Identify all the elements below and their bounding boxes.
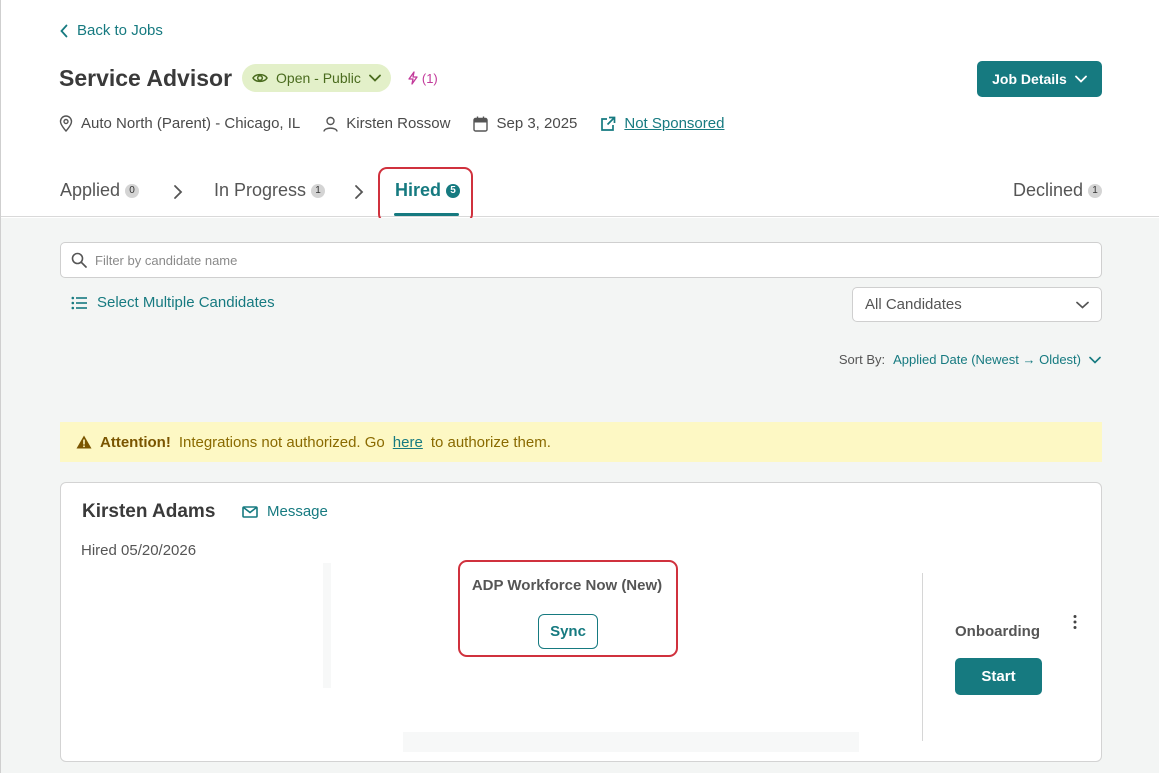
sort-value: Applied Date (Newest → Oldest) [893, 352, 1081, 367]
user-icon [323, 116, 338, 132]
message-button[interactable]: Message [242, 503, 328, 520]
sort-label: Sort By: [838, 352, 886, 367]
sponsorship-link[interactable]: Not Sponsored [600, 115, 724, 132]
tab-label: Declined [1013, 180, 1084, 200]
message-label: Message [267, 503, 328, 520]
chevron-right-icon [355, 185, 364, 199]
envelope-icon [242, 505, 258, 518]
alert-text: Integrations not authorized. Go [178, 433, 385, 451]
job-recruiter: Kirsten Rossow [323, 115, 450, 132]
boost-indicator[interactable]: (1) [407, 71, 438, 86]
more-options-icon[interactable] [1072, 614, 1078, 630]
faint-divider [323, 563, 331, 688]
job-date: Sep 3, 2025 [473, 115, 577, 132]
back-to-jobs-link[interactable]: Back to Jobs [59, 22, 163, 39]
location-pin-icon [59, 115, 73, 132]
job-header: Back to Jobs Service Advisor Open - Publ… [1, 0, 1159, 223]
job-recruiter-text: Kirsten Rossow [346, 115, 451, 132]
back-to-jobs-label: Back to Jobs [77, 22, 163, 39]
tab-count-badge: 0 [125, 183, 140, 198]
sort-control: Sort By: Applied Date (Newest → Oldest) [839, 352, 1101, 367]
chevron-down-icon [1076, 301, 1089, 309]
hired-date: Hired 05/20/2026 [81, 542, 197, 559]
tab-label: Applied [60, 180, 121, 200]
job-title: Service Advisor [59, 64, 233, 91]
integration-alert: Attention! Integrations not authorized. … [60, 422, 1102, 462]
authorize-link[interactable]: here [393, 434, 423, 451]
tab-applied[interactable]: Applied 0 [60, 180, 140, 201]
job-details-button[interactable]: Job Details [977, 61, 1102, 97]
onboarding-label: Onboarding [955, 623, 1040, 640]
list-icon [71, 296, 87, 309]
chevron-right-icon [174, 185, 183, 199]
section-divider [922, 573, 923, 741]
job-status-dropdown[interactable]: Open - Public [242, 64, 391, 92]
eye-icon [252, 73, 268, 83]
candidate-card: Kirsten Adams Message Hired 05/20/2026 A… [60, 482, 1102, 762]
chevron-down-icon [1089, 356, 1101, 364]
warning-icon [76, 435, 92, 449]
integration-highlight [458, 560, 678, 657]
start-onboarding-button[interactable]: Start [955, 658, 1042, 695]
job-date-text: Sep 3, 2025 [496, 115, 578, 132]
tab-declined[interactable]: Declined 1 [1013, 180, 1103, 201]
chevron-down-icon [368, 74, 381, 82]
lightning-icon [408, 71, 418, 85]
job-location: Auto North (Parent) - Chicago, IL [59, 115, 300, 132]
tab-count-badge: 1 [311, 183, 326, 198]
candidate-name[interactable]: Kirsten Adams [82, 501, 215, 523]
tab-count-badge: 1 [1088, 183, 1103, 198]
alert-text-after: to authorize them. [430, 433, 551, 451]
chevron-down-icon [1074, 75, 1087, 83]
search-input[interactable] [95, 252, 1055, 268]
tab-label: In Progress [214, 180, 307, 200]
external-link-icon [601, 116, 616, 131]
sponsorship-text: Not Sponsored [624, 115, 725, 132]
faint-strip [403, 732, 859, 752]
search-icon [71, 252, 87, 268]
alert-title: Attention! [100, 433, 171, 451]
calendar-icon [473, 116, 489, 132]
sort-dropdown[interactable]: Applied Date (Newest → Oldest) [893, 352, 1101, 367]
tab-in-progress[interactable]: In Progress 1 [214, 180, 326, 201]
candidate-filter-value: All Candidates [865, 296, 962, 313]
boost-count: (1) [421, 70, 438, 86]
title-row: Service Advisor Open - Public (1) [59, 64, 438, 92]
select-multiple-candidates-button[interactable]: Select Multiple Candidates [71, 294, 275, 311]
job-details-label: Job Details [992, 71, 1067, 87]
job-meta-row: Auto North (Parent) - Chicago, IL Kirste… [59, 115, 747, 132]
job-status-label: Open - Public [276, 70, 361, 86]
hired-tab-highlight [378, 167, 473, 223]
candidate-search[interactable] [60, 242, 1102, 278]
candidate-filter-select[interactable]: All Candidates [852, 287, 1102, 322]
job-location-text: Auto North (Parent) - Chicago, IL [81, 115, 301, 132]
select-multiple-label: Select Multiple Candidates [97, 294, 275, 311]
chevron-left-icon [60, 24, 68, 37]
